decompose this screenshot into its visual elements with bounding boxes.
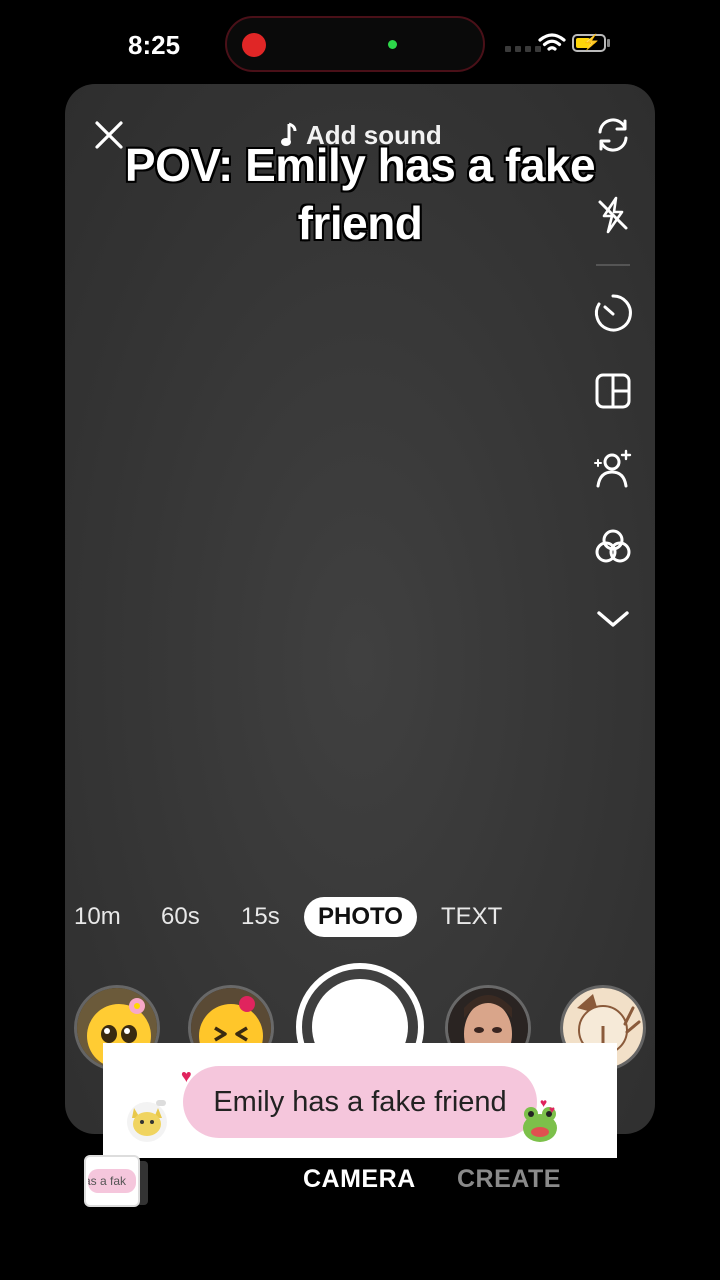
thumbnail-text: as a fak <box>88 1169 136 1193</box>
chevron-down-icon <box>597 611 629 627</box>
wifi-icon <box>538 32 566 59</box>
flash-button[interactable] <box>590 192 636 238</box>
battery-icon: ⚡ <box>572 34 606 52</box>
cellular-signal-icon <box>505 46 541 52</box>
status-time: 8:25 <box>128 30 181 60</box>
flip-camera-icon <box>598 118 628 152</box>
mode-60s[interactable]: 60s <box>161 897 200 937</box>
mode-photo[interactable]: PHOTO <box>304 897 417 937</box>
flash-off-icon <box>598 196 628 234</box>
filters-button[interactable] <box>590 524 636 570</box>
status-bar: 8:25 ⚡ <box>0 0 720 86</box>
retouch-button[interactable] <box>590 446 636 492</box>
tab-create[interactable]: CREATE <box>457 1165 561 1194</box>
timer-icon <box>594 294 632 332</box>
cat-sticker-icon <box>127 1100 167 1142</box>
heart-icon: ♥ <box>181 1066 192 1086</box>
retouch-icon <box>594 449 632 488</box>
layout-button[interactable] <box>590 368 636 414</box>
filters-icon <box>595 529 631 563</box>
mode-10m[interactable]: 10m <box>74 897 121 937</box>
heart-icon: ♥ <box>540 1096 548 1110</box>
tab-camera[interactable]: CAMERA <box>303 1165 416 1194</box>
gallery-thumbnail[interactable]: as a fak <box>84 1155 140 1207</box>
heart-icon: ♥ <box>549 1105 555 1116</box>
more-tools-button[interactable] <box>590 596 636 642</box>
camera-in-use-indicator-icon <box>388 40 397 49</box>
caption-text: POV: Emily has a fake friend <box>124 139 596 249</box>
recording-indicator-icon <box>242 33 266 57</box>
mode-15s[interactable]: 15s <box>241 897 280 937</box>
timer-button[interactable] <box>590 290 636 336</box>
flip-camera-button[interactable] <box>590 112 636 158</box>
mode-text[interactable]: TEXT <box>441 897 502 937</box>
layout-icon <box>595 373 631 409</box>
tools-divider <box>596 264 630 266</box>
sticker-text[interactable]: Emily has a fake friend <box>183 1066 537 1138</box>
